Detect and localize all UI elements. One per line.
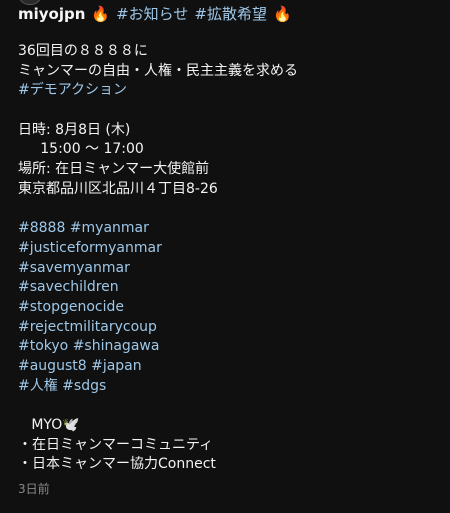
hashtag-link[interactable]: #stopgenocide (18, 298, 438, 318)
organizer-line: ・日本ミャンマー協力Connect (18, 456, 216, 473)
post-text-line: 36回目の８８８８に (18, 43, 148, 59)
fire-icon: 🔥 (272, 5, 292, 23)
post-body: 36回目の８８８８に ミャンマーの自由・人権・民主主義を求める #デモアクション… (18, 42, 438, 475)
hashtag-link[interactable]: #tokyo #shinagawa (18, 337, 438, 357)
hashtag-link[interactable]: #justiceformyanmar (18, 239, 438, 259)
hashtag-link[interactable]: #8888 #myanmar (18, 219, 438, 239)
username[interactable]: miyojpn (18, 3, 85, 25)
hashtag-link[interactable]: #人権 #sdgs (18, 377, 438, 397)
post-timestamp[interactable]: 3日前 (18, 480, 50, 497)
event-place: 場所: 在日ミャンマー大使館前 (18, 161, 210, 178)
signature: MYO🕊️ (18, 417, 80, 434)
hashtag-link[interactable]: #savemyanmar (18, 259, 438, 279)
event-address: 東京都品川区北品川４丁目8-26 (18, 180, 218, 197)
fire-icon: 🔥 (91, 5, 111, 23)
hashtag-link[interactable]: #rejectmilitarycoup (18, 318, 438, 338)
hashtag-link[interactable]: #拡散希望 (194, 3, 267, 25)
hashtag-link[interactable]: #お知らせ (116, 3, 188, 25)
event-time: 15:00 〜 17:00 (18, 141, 144, 158)
hashtag-link[interactable]: #savechildren (18, 278, 438, 298)
organizer-line: ・在日ミャンマーコミュニティ (18, 436, 214, 453)
hashtag-link[interactable]: #august8 #japan (18, 357, 438, 377)
event-date: 日時: 8月8日 (木) (18, 121, 131, 138)
hashtag-link[interactable]: #デモアクション (18, 81, 438, 101)
post-text-line: ミャンマーの自由・人権・民主主義を求める (18, 62, 298, 79)
post-header: miyojpn 🔥 #お知らせ #拡散希望 🔥 (18, 3, 292, 25)
